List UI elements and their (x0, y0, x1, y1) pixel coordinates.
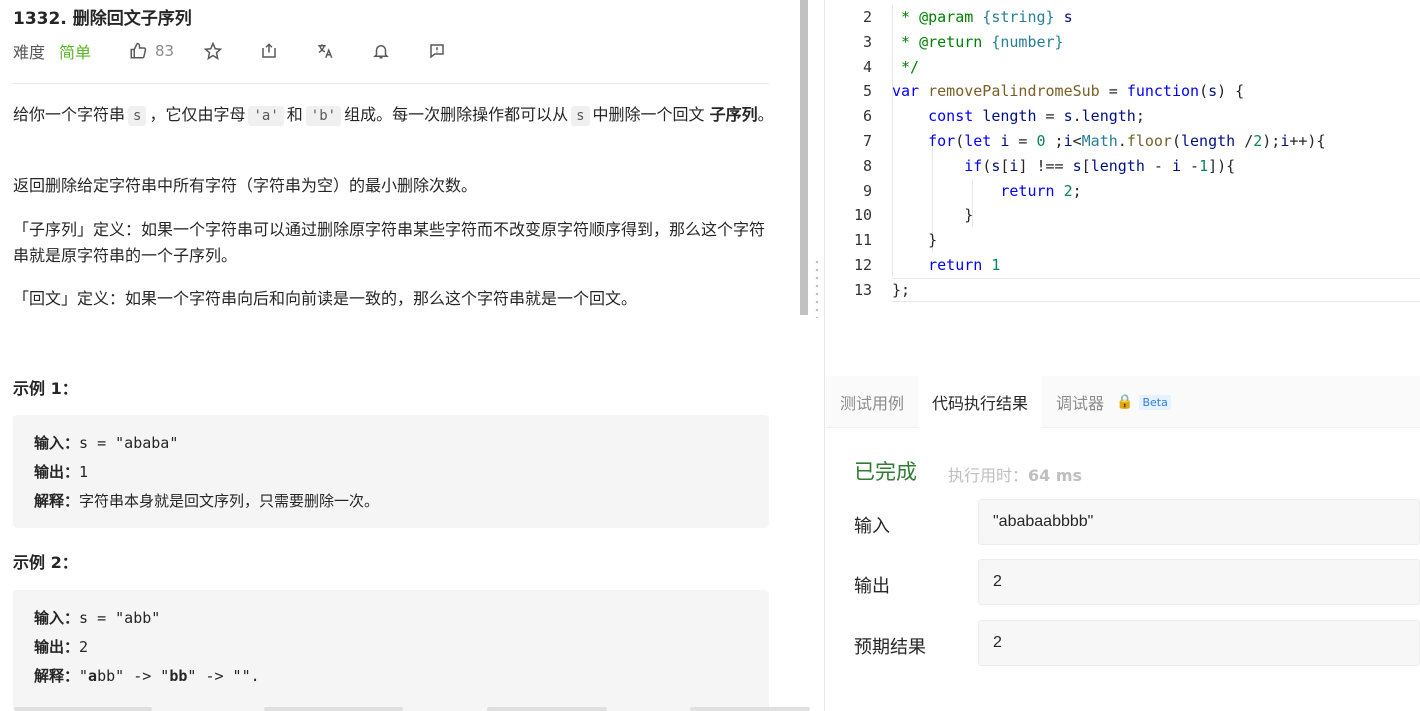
inline-code: s (571, 106, 590, 126)
text: 。 (757, 105, 774, 124)
line-number: 7 (862, 131, 872, 150)
line-number: 6 (862, 107, 872, 126)
explain-label: 解释： (34, 667, 80, 685)
like-count: 83 (155, 42, 175, 60)
line-number: 4 (862, 57, 872, 76)
run-status: 已完成 (854, 460, 917, 484)
result-tabs: 测试用例 代码执行结果 调试器 🔒 Beta (826, 376, 1420, 428)
runtime-value: 64 ms (1028, 466, 1083, 485)
line-number: 9 (862, 181, 872, 200)
explain-label: 解释： (34, 492, 80, 510)
explain-text: " (79, 667, 89, 685)
line-number: 13 (853, 280, 872, 299)
drag-handle-icon[interactable] (815, 258, 819, 318)
beta-badge: Beta (1139, 394, 1171, 410)
description-paragraph-1: 给你一个字符串 s ，它仅由字母'a' 和'b' 组成。每一次删除操作都可以从 s 中删除一… (13, 102, 783, 128)
explain-text: " -> "". (187, 667, 260, 685)
input-label: 输入： (34, 609, 80, 627)
tab-debugger[interactable]: 调试器 🔒 Beta (1042, 376, 1185, 428)
star-icon[interactable] (202, 40, 224, 62)
expected-label: 预期结果 (854, 637, 926, 658)
bold-text: 子序列 (709, 105, 758, 124)
inline-code: s (128, 106, 147, 126)
tab-testcase[interactable]: 测试用例 (826, 376, 918, 428)
difficulty-badge: 简单 (59, 43, 92, 62)
text: 给你一个字符串 (13, 105, 126, 124)
runtime-label: 执行用时： (948, 466, 1029, 485)
lock-icon: 🔒 (1116, 394, 1134, 410)
example-2-title: 示例 2： (13, 553, 78, 572)
input-value: s = "abb" (79, 609, 161, 627)
description-scrollbar[interactable] (800, 0, 808, 315)
line-number-gutter: 2 3 4 5 6 7 8 9 10 11 12 13 (826, 5, 872, 303)
text: 和 (286, 105, 303, 124)
inline-code: 'a' (248, 106, 284, 126)
line-number: 8 (862, 156, 872, 175)
explain-text: bb" -> " (97, 667, 170, 685)
input-value: s = "ababa" (79, 434, 179, 452)
example-1-title: 示例 1： (13, 379, 78, 398)
tab-debugger-label: 调试器 (1056, 394, 1105, 413)
explain-bold: bb (169, 667, 188, 685)
divider (13, 83, 769, 84)
line-number: 12 (853, 255, 872, 274)
line-number: 3 (862, 32, 872, 51)
line-number: 10 (853, 206, 872, 225)
explain-bold: a (88, 667, 98, 685)
feedback-icon[interactable] (426, 40, 448, 62)
code-editor[interactable]: 2 3 4 5 6 7 8 9 10 11 12 13 * @param {string} s * @… (826, 0, 1420, 370)
output-value: 2 (79, 638, 89, 656)
output-label: 输出： (34, 638, 80, 656)
line-number: 5 (862, 82, 872, 101)
input-value-box: "ababaabbbb" (978, 499, 1420, 545)
share-icon[interactable] (258, 40, 280, 62)
line-number: 11 (853, 231, 872, 250)
panel-splitter[interactable] (811, 0, 825, 711)
translate-icon[interactable] (314, 40, 336, 62)
output-value: 1 (79, 463, 89, 481)
description-paragraph-2: 返回删除给定字符串中所有字符（字符串为空）的最小删除次数。 (13, 176, 478, 195)
thumbs-up-icon[interactable] (127, 40, 149, 62)
line-number: 2 (862, 8, 872, 26)
input-label: 输入： (34, 434, 80, 452)
code-content[interactable]: * @param {string} s * @return {number} *… (892, 5, 1326, 303)
runtime-info: 执行用时：64 ms (948, 462, 1082, 486)
input-label: 输入 (854, 516, 890, 537)
description-paragraph-4: 「回文」定义：如果一个字符串向后和向前读是一致的，那么这个字符串就是一个回文。 (13, 289, 638, 308)
example-1-box: 输入：s = "ababa" 输出：1 解释：字符串本身就是回文序列，只需要删除… (13, 415, 769, 528)
explain-value: 字符串本身就是回文序列，只需要删除一次。 (79, 492, 380, 510)
example-2-box: 输入：s = "abb" 输出：2 解释："abb" -> "bb" -> ""… (13, 590, 769, 711)
expected-value-box: 2 (978, 620, 1420, 666)
output-label: 输出： (34, 463, 80, 481)
problem-meta-toolbar: 难度 简单 83 (13, 39, 448, 63)
tab-run-result[interactable]: 代码执行结果 (918, 376, 1043, 428)
bell-icon[interactable] (370, 40, 392, 62)
text: 中删除一个回文 (592, 105, 705, 124)
text: 组成。每一次删除操作都可以从 (344, 105, 569, 124)
problem-title: 1332. 删除回文子序列 (13, 9, 192, 29)
description-paragraph-3: 「子序列」定义：如果一个字符串可以通过删除原字符串某些字符而不改变原字符顺序得到… (13, 220, 766, 265)
text: ，它仅由字母 (149, 105, 246, 124)
difficulty-label: 难度 (13, 43, 46, 62)
output-label: 输出 (854, 576, 890, 597)
output-value-box: 2 (978, 559, 1420, 605)
inline-code: 'b' (305, 106, 342, 126)
problem-panel: 1332. 删除回文子序列 难度 简单 83 给你一个字符串 s ，它仅由字母'a'… (0, 0, 800, 711)
